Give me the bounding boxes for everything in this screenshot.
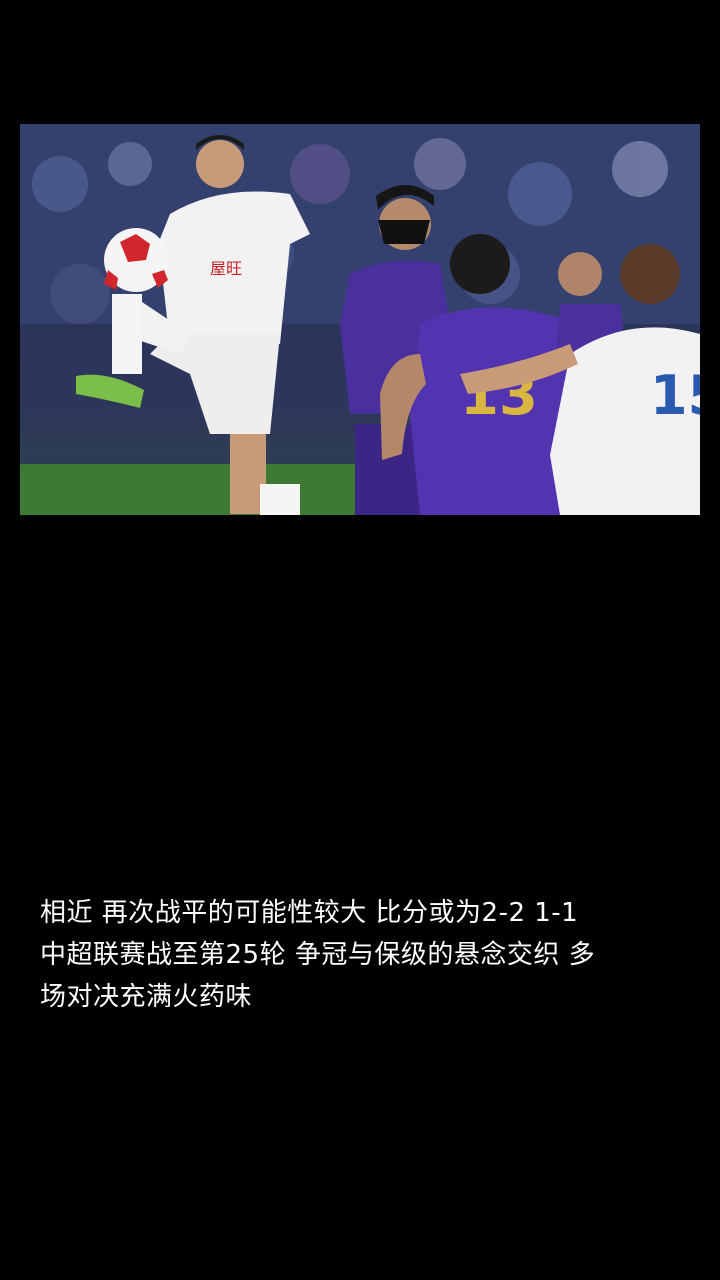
- post-caption: 相近 再次战平的可能性较大 比分或为2-2 1-1 中超联赛战至第25轮 争冠与…: [40, 892, 685, 1018]
- match-photo-illustration: 屋旺 13 1: [20, 124, 700, 515]
- jersey-sponsor: 屋旺: [210, 259, 242, 278]
- soccer-ball-icon: [104, 228, 168, 292]
- jersey-number-15: 15: [650, 364, 700, 427]
- caption-line: 相近 再次战平的可能性较大 比分或为2-2 1-1: [40, 898, 579, 928]
- match-photo[interactable]: 屋旺 13 1: [20, 124, 700, 515]
- caption-line: 场对决充满火药味: [40, 982, 253, 1012]
- caption-line: 中超联赛战至第25轮 争冠与保级的悬念交织 多: [40, 940, 596, 970]
